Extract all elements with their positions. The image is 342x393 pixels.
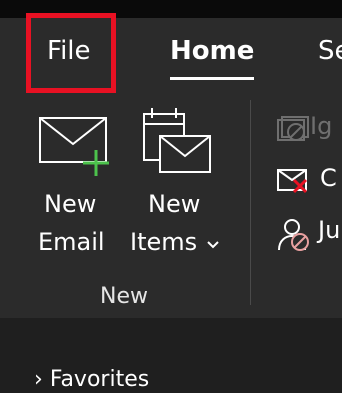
- tab-home[interactable]: Home: [170, 36, 254, 66]
- ignore-button[interactable]: Ig: [310, 112, 332, 140]
- junk-button[interactable]: Ju: [318, 216, 340, 244]
- new-items-label-line1: New: [148, 190, 201, 218]
- new-email-label-line2: Email: [38, 228, 105, 256]
- group-divider: [250, 100, 251, 305]
- cleanup-button[interactable]: C: [320, 164, 337, 192]
- chevron-down-icon[interactable]: [206, 240, 220, 250]
- junk-icon: [278, 219, 309, 251]
- favorites-folder[interactable]: › Favorites: [34, 367, 149, 393]
- cleanup-icon: [277, 169, 308, 194]
- favorites-label: Favorites: [49, 367, 150, 392]
- new-email-label-line1: New: [44, 190, 97, 218]
- ignore-icon: [277, 116, 309, 141]
- tab-home-underline: [170, 77, 254, 80]
- file-tab-highlight: [26, 13, 116, 93]
- new-email-icon: [39, 117, 109, 176]
- chevron-right-icon: ›: [34, 367, 43, 392]
- group-label-new: New: [100, 284, 148, 309]
- new-items-icon: [143, 108, 211, 173]
- new-items-label-line2: Items: [130, 228, 198, 256]
- tab-send-receive[interactable]: Se: [318, 36, 342, 66]
